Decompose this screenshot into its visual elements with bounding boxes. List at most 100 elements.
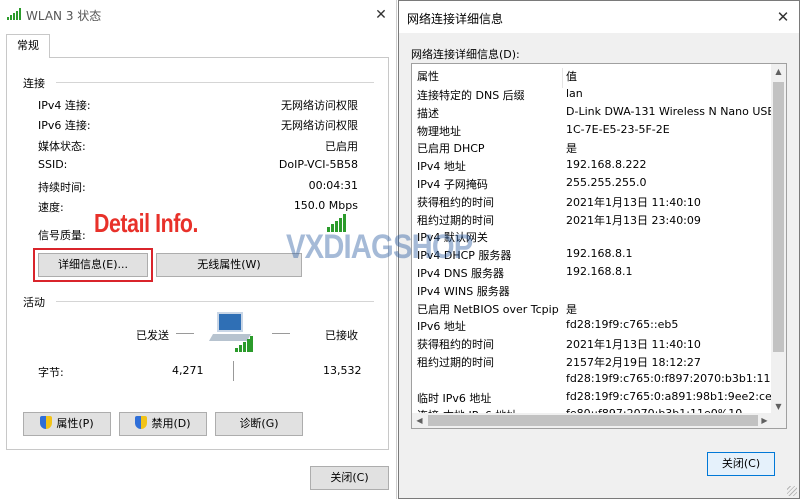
property-value: 是 bbox=[566, 142, 577, 156]
property-value: 是 bbox=[566, 302, 577, 316]
list-item[interactable]: 租约过期的时间 2157年2月19日 18:12:27 bbox=[412, 352, 772, 370]
list-item[interactable]: IPv4 子网掩码 255.255.255.0 bbox=[412, 174, 772, 192]
list-item[interactable]: IPv4 地址 192.168.8.222 bbox=[412, 156, 772, 174]
column-header-value[interactable]: 值 bbox=[566, 68, 577, 84]
received-dash bbox=[272, 333, 290, 334]
bytes-label: 字节: bbox=[38, 366, 64, 379]
property-value: fd28:19f9:c765:0:f897:2070:b3b1:11e0 bbox=[566, 371, 772, 385]
list-item[interactable]: fd28:19f9:c765:0:f897:2070:b3b1:11e0 bbox=[412, 370, 772, 388]
signal-quality-label: 信号质量: bbox=[38, 229, 86, 242]
bytes-received-value: 13,532 bbox=[323, 364, 362, 377]
property-name: 已启用 DHCP bbox=[417, 142, 485, 156]
column-header-property[interactable]: 属性 bbox=[417, 68, 439, 84]
horizontal-scroll-thumb[interactable] bbox=[428, 415, 758, 426]
media-state-value: 已启用 bbox=[325, 140, 358, 153]
vertical-scrollbar[interactable]: ▲ ▼ bbox=[771, 64, 786, 414]
property-value: 2021年1月13日 11:40:10 bbox=[566, 195, 701, 209]
sent-dash bbox=[176, 333, 194, 334]
right-close-icon[interactable]: ✕ bbox=[769, 6, 797, 28]
media-state-label: 媒体状态: bbox=[38, 140, 86, 153]
property-value: 2021年1月13日 11:40:10 bbox=[566, 338, 701, 352]
right-titlebar[interactable]: 网络连接详细信息 ✕ bbox=[399, 1, 799, 33]
properties-button[interactable]: 属性(P) bbox=[23, 412, 111, 436]
activity-group-label: 活动 bbox=[23, 296, 45, 309]
list-item[interactable]: IPv4 默认网关 bbox=[412, 227, 772, 245]
scrollbar-corner bbox=[771, 413, 786, 428]
left-titlebar[interactable]: WLAN 3 状态 ✕ bbox=[0, 0, 396, 30]
list-item[interactable]: 租约过期的时间 2021年1月13日 23:40:09 bbox=[412, 210, 772, 228]
list-item[interactable]: 连接特定的 DNS 后缀 lan bbox=[412, 85, 772, 103]
list-item[interactable]: IPv4 WINS 服务器 bbox=[412, 281, 772, 299]
list-item[interactable]: 描述 D-Link DWA-131 Wireless N Nano USB bbox=[412, 103, 772, 121]
list-item[interactable]: IPv4 DNS 服务器 192.168.8.1 bbox=[412, 263, 772, 281]
property-name: 获得租约的时间 bbox=[417, 338, 494, 352]
property-value: 255.255.255.0 bbox=[566, 176, 647, 189]
network-computer-icon bbox=[207, 310, 257, 354]
details-button[interactable]: 详细信息(E)... bbox=[38, 253, 148, 277]
list-item[interactable]: 获得租约的时间 2021年1月13日 11:40:10 bbox=[412, 334, 772, 352]
details-list-content: 属性 值 连接特定的 DNS 后缀 lan 描述 D-Link DWA-131 Wir… bbox=[412, 64, 772, 414]
property-name: IPv4 WINS 服务器 bbox=[417, 284, 510, 298]
list-item[interactable]: 临时 IPv6 地址 fd28:19f9:c765:0:a891:98b1:9ee… bbox=[412, 388, 772, 406]
property-name: 已启用 NetBIOS over Tcpip bbox=[417, 302, 559, 316]
left-close-icon[interactable]: ✕ bbox=[367, 4, 395, 26]
property-value: 1C-7E-E5-23-5F-2E bbox=[566, 122, 670, 136]
duration-label: 持续时间: bbox=[38, 181, 86, 194]
property-value: 192.168.8.222 bbox=[566, 158, 647, 172]
ipv4-connectivity-value: 无网络访问权限 bbox=[281, 99, 358, 112]
property-name: IPv4 DNS 服务器 bbox=[417, 267, 505, 280]
scroll-down-icon[interactable]: ▼ bbox=[771, 399, 786, 414]
property-value: D-Link DWA-131 Wireless N Nano USB bbox=[566, 104, 772, 118]
property-value: 2021年1月13日 23:40:09 bbox=[566, 213, 701, 227]
list-item[interactable]: 已启用 DHCP 是 bbox=[412, 138, 772, 156]
list-header: 属性 值 bbox=[412, 64, 772, 88]
ipv4-connectivity-label: IPv4 连接: bbox=[38, 99, 91, 112]
disable-button-label: 禁用(D) bbox=[151, 417, 191, 430]
scroll-left-icon[interactable]: ◀ bbox=[412, 413, 427, 428]
property-name: IPv6 地址 bbox=[417, 320, 466, 334]
sent-label: 已发送 bbox=[136, 329, 169, 342]
uac-shield-icon bbox=[135, 416, 148, 429]
list-item[interactable]: IPv4 DHCP 服务器 192.168.8.1 bbox=[412, 245, 772, 263]
list-item[interactable]: 获得租约的时间 2021年1月13日 11:40:10 bbox=[412, 192, 772, 210]
property-value: 192.168.8.1 bbox=[566, 247, 633, 261]
left-window-title: WLAN 3 状态 bbox=[26, 9, 102, 23]
list-item[interactable]: 已启用 NetBIOS over Tcpip 是 bbox=[412, 299, 772, 317]
property-name: 租约过期的时间 bbox=[417, 356, 494, 369]
list-item[interactable]: 物理地址 1C-7E-E5-23-5F-2E bbox=[412, 121, 772, 139]
diagnose-button[interactable]: 诊断(G) bbox=[215, 412, 303, 436]
property-name: 描述 bbox=[417, 106, 439, 120]
vertical-scroll-thumb[interactable] bbox=[773, 82, 784, 352]
property-name: IPv4 地址 bbox=[417, 160, 466, 174]
property-name: 临时 IPv6 地址 bbox=[417, 391, 492, 405]
disable-button[interactable]: 禁用(D) bbox=[119, 412, 207, 436]
detail-info-annotation: Detail Info. bbox=[94, 208, 199, 238]
right-close-button[interactable]: 关闭(C) bbox=[707, 452, 775, 476]
uac-shield-icon bbox=[40, 416, 53, 429]
connection-group-divider bbox=[56, 82, 374, 83]
scroll-right-icon[interactable]: ▶ bbox=[757, 413, 772, 428]
details-caption: 网络连接详细信息(D): bbox=[411, 48, 520, 61]
activity-separator bbox=[233, 361, 234, 381]
left-close-button[interactable]: 关闭(C) bbox=[310, 466, 389, 490]
ipv6-connectivity-value: 无网络访问权限 bbox=[281, 119, 358, 132]
wireless-properties-button[interactable]: 无线属性(W) bbox=[156, 253, 302, 277]
horizontal-scrollbar[interactable]: ◀ ▶ bbox=[412, 413, 772, 428]
property-name: 连接特定的 DNS 后缀 bbox=[417, 89, 525, 102]
resize-grip-icon[interactable] bbox=[787, 486, 797, 496]
tab-general[interactable]: 常规 bbox=[6, 34, 50, 58]
signal-strength-icon bbox=[327, 214, 349, 232]
ipv6-connectivity-label: IPv6 连接: bbox=[38, 119, 91, 132]
details-listview[interactable]: 属性 值 连接特定的 DNS 后缀 lan 描述 D-Link DWA-131 Wir… bbox=[411, 63, 787, 429]
right-window-title: 网络连接详细信息 bbox=[407, 12, 504, 26]
wifi-signal-icon bbox=[7, 8, 21, 20]
property-name: IPv4 默认网关 bbox=[417, 231, 488, 245]
wlan-status-window: WLAN 3 状态 ✕ 常规 连接 IPv4 连接: 无网络访问权限 IPv6 … bbox=[0, 0, 397, 499]
ssid-value: DoIP-VCI-5B58 bbox=[278, 158, 358, 171]
scroll-up-icon[interactable]: ▲ bbox=[771, 64, 786, 79]
property-name: 租约过期的时间 bbox=[417, 213, 494, 227]
property-value: lan bbox=[566, 87, 583, 100]
property-value: fd28:19f9:c765::eb5 bbox=[566, 318, 679, 332]
duration-value: 00:04:31 bbox=[308, 179, 358, 192]
list-item[interactable]: IPv6 地址 fd28:19f9:c765::eb5 bbox=[412, 316, 772, 334]
